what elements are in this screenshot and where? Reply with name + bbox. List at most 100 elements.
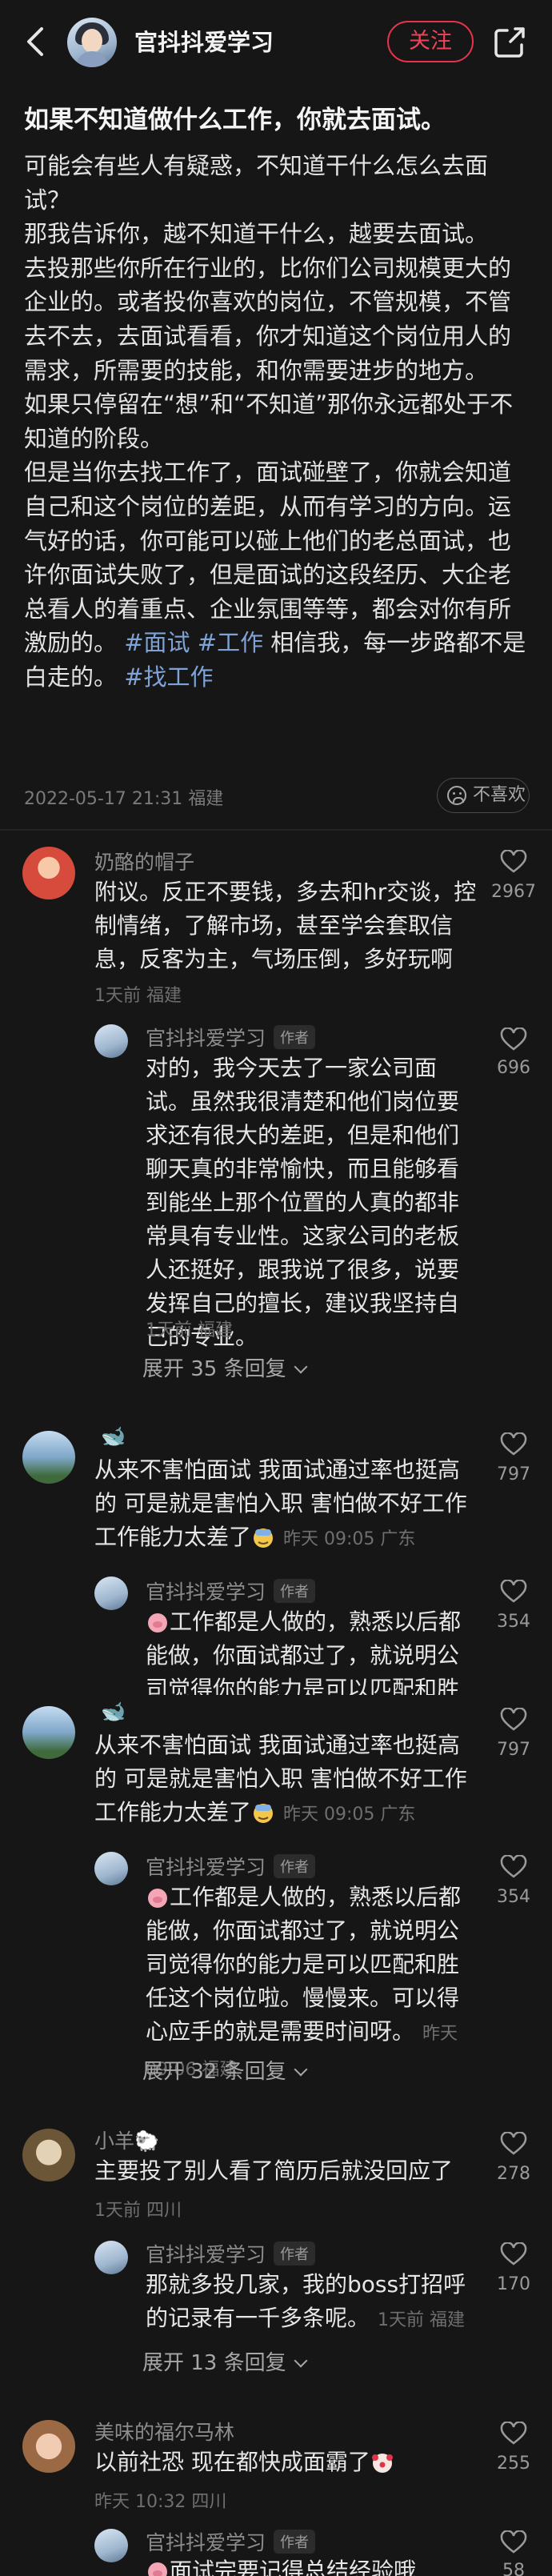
author-badge: 作者 [274, 1025, 316, 1049]
heart-outline-icon[interactable] [500, 2132, 527, 2156]
like-count: 2967 [491, 882, 536, 902]
hashtag-link[interactable]: #工作 [198, 629, 263, 656]
comment-text[interactable]: 主要投了别人看了简历后就没回应了 [94, 2154, 480, 2188]
reply-text[interactable]: 那就多投几家，我的boss打招呼的记录有一千多条呢。 1天前 福建 [146, 2268, 482, 2338]
reply-author-name[interactable]: 官抖抖爱学习 作者 [146, 2527, 316, 2556]
commenter-name[interactable]: 🐋 [101, 1700, 126, 1724]
comment-text[interactable]: 以前社恐 现在都快成面霸了 [94, 2446, 480, 2479]
commenter-name[interactable]: 美味的福尔马林 [94, 2417, 234, 2446]
pig-emoji-icon [148, 1889, 167, 1908]
reply-text[interactable]: 工作都是人做的，熟悉以后都能做，你面试都过了，就说明公司觉得你的能力是可以匹配和… [146, 1605, 470, 1695]
author-badge: 作者 [274, 2530, 316, 2554]
reply-author-name[interactable]: 官抖抖爱学习 作者 [146, 1023, 316, 1052]
heart-outline-icon[interactable] [500, 850, 527, 874]
comment-item: 小羊🐑 主要投了别人看了简历后就没回应了 1天前 四川 278 官抖抖爱学习 作者… [0, 2125, 552, 2398]
share-icon[interactable] [491, 24, 528, 61]
reply-text-body: 工作都是人做的，熟悉以后都能做，你面试都过了，就说明公司觉得你的能力是可以匹配和… [146, 1608, 462, 1695]
author-name[interactable]: 官抖抖爱学习 [134, 24, 274, 58]
comment-item: 奶酪的帽子 附议。反正不要钱，多去和hr交谈，控制情绪，了解市场，甚至学会套取信… [0, 847, 552, 1407]
sweat-face-emoji-icon [254, 1528, 274, 1548]
like-count: 170 [497, 2274, 530, 2294]
expand-replies-link[interactable]: 展开 32 条回复 [142, 2055, 308, 2085]
reply-avatar[interactable] [94, 1852, 128, 1885]
post-paragraph: 如果只停留在“想”和“不知道”那你永远都处于不知道的阶段。 [24, 391, 514, 452]
like-count: 354 [497, 1612, 530, 1632]
reply-meta: 1天前 福建 [146, 1320, 233, 1340]
expand-replies-link[interactable]: 展开 35 条回复 [142, 1352, 308, 1382]
post-paragraph: 可能会有些人有疑惑，不知道干什么怎么去面试？ [24, 152, 489, 214]
like-count: 255 [497, 2454, 530, 2474]
comment-text[interactable]: 从来不害怕面试 我面试通过率也挺高的 可是就是害怕入职 害怕做不好工作 工作能力… [94, 1729, 470, 1832]
dislike-button[interactable]: 不喜欢 [437, 778, 530, 813]
commenter-name[interactable]: 奶酪的帽子 [94, 847, 194, 875]
reply-time: 1天前 福建 [378, 2310, 466, 2330]
heart-outline-icon[interactable] [500, 1855, 527, 1879]
comment-time: 昨天 09:05 广东 [283, 1529, 416, 1549]
back-arrow-icon[interactable] [21, 24, 53, 59]
top-bar: 官抖抖爱学习 关注 [0, 0, 552, 83]
comment-meta: 1天前 福建 [94, 986, 182, 1006]
like-count: 58 [502, 2561, 525, 2576]
reply-avatar[interactable] [94, 1024, 128, 1058]
comment-item: 🐋 从来不害怕面试 我面试通过率也挺高的 可是就是害怕入职 害怕做不好工作 工作… [0, 1697, 552, 2113]
commenter-name[interactable]: 🐋 [101, 1424, 126, 1448]
reply-author-label: 官抖抖爱学习 [146, 1027, 266, 1050]
commenter-name[interactable]: 小羊🐑 [94, 2125, 159, 2154]
commenter-avatar[interactable] [22, 2129, 75, 2181]
heart-outline-icon[interactable] [500, 2422, 527, 2446]
reply-author-name[interactable]: 官抖抖爱学习 作者 [146, 2239, 316, 2268]
post-paragraph: 那我告诉你，越不知道干什么，越要去面试。 [24, 220, 489, 248]
post-paragraph: 但是当你去找工作了，面试碰壁了，你就会知道自己和这个岗位的差距，从而有学习的方向… [24, 455, 533, 694]
like-count: 797 [497, 1464, 530, 1484]
divider [0, 829, 552, 831]
heart-outline-icon[interactable] [500, 1028, 527, 1052]
reply-avatar[interactable] [94, 1576, 128, 1610]
pig-emoji-icon [148, 2562, 167, 2576]
reply-avatar[interactable] [94, 2241, 128, 2274]
reply-text[interactable]: 对的，我今天去了一家公司面试。虽然我很清楚和他们岗位要求还有很大的差距，但是和他… [146, 1052, 470, 1354]
post-body: 可能会有些人有疑惑，不知道干什么怎么去面试？ 那我告诉你，越不知道干什么，越要去… [24, 149, 533, 695]
comment-text[interactable]: 从来不害怕面试 我面试通过率也挺高的 可是就是害怕入职 害怕做不好工作 工作能力… [94, 1453, 470, 1556]
sweat-face-emoji-icon [254, 1804, 274, 1823]
heart-outline-icon[interactable] [500, 1580, 527, 1604]
comment-meta: 昨天 10:32 四川 [94, 2492, 227, 2512]
reply-author-name[interactable]: 官抖抖爱学习 作者 [146, 1852, 316, 1881]
commenter-avatar[interactable] [22, 1431, 75, 1484]
post-title: 如果不知道做什么工作，你就去面试。 [24, 106, 446, 134]
comment-text[interactable]: 附议。反正不要钱，多去和hr交谈，控制情绪，了解市场，甚至学会套取信息，反客为主… [94, 875, 480, 976]
reply-text[interactable]: 面试完要记得总结经验哦 [146, 2554, 482, 2576]
reply-author-label: 官抖抖爱学习 [146, 1580, 266, 1604]
heart-outline-icon[interactable] [500, 1432, 527, 1456]
heart-outline-icon[interactable] [500, 2242, 527, 2266]
follow-button[interactable]: 关注 [387, 21, 474, 62]
author-avatar[interactable] [67, 18, 117, 67]
expand-replies-link[interactable]: 展开 13 条回复 [142, 2346, 308, 2376]
comment-meta: 1天前 四川 [94, 2201, 182, 2221]
hashtag-link[interactable]: #面试 [124, 629, 190, 656]
comment-time: 昨天 09:05 广东 [283, 1805, 416, 1825]
dislike-face-icon [447, 786, 466, 805]
post-paragraph: 去投那些你所在行业的，比你们公司规模更大的企业的。或者投你喜欢的岗位，不管规模，… [24, 254, 512, 384]
heart-outline-icon[interactable] [500, 2530, 527, 2554]
commenter-avatar[interactable] [22, 1706, 75, 1759]
expand-replies-label: 展开 35 条回复 [142, 1357, 286, 1381]
dislike-label: 不喜欢 [473, 785, 526, 805]
author-badge: 作者 [274, 2241, 316, 2266]
hashtag-link[interactable]: #找工作 [124, 663, 213, 691]
like-count: 354 [497, 1887, 530, 1907]
comment-item: 美味的福尔马林 以前社恐 现在都快成面霸了 昨天 10:32 四川 255 官抖… [0, 2417, 552, 2576]
heart-outline-icon[interactable] [500, 1708, 527, 1732]
clown-emoji-icon [371, 2454, 393, 2473]
pig-emoji-icon [148, 1613, 167, 1633]
chevron-down-icon [294, 2062, 308, 2077]
chevron-down-icon [294, 2354, 308, 2368]
commenter-avatar[interactable] [22, 2420, 75, 2473]
reply-author-name[interactable]: 官抖抖爱学习 作者 [146, 1576, 316, 1605]
like-count: 797 [497, 1740, 530, 1760]
comment-text-body: 以前社恐 现在都快成面霸了 [94, 2449, 370, 2475]
like-count: 278 [497, 2164, 530, 2184]
comment-item: 🐋 从来不害怕面试 我面试通过率也挺高的 可是就是害怕入职 害怕做不好工作 工作… [0, 1421, 552, 1695]
reply-author-label: 官抖抖爱学习 [146, 1856, 266, 1879]
reply-avatar[interactable] [94, 2529, 128, 2562]
commenter-avatar[interactable] [22, 847, 75, 899]
